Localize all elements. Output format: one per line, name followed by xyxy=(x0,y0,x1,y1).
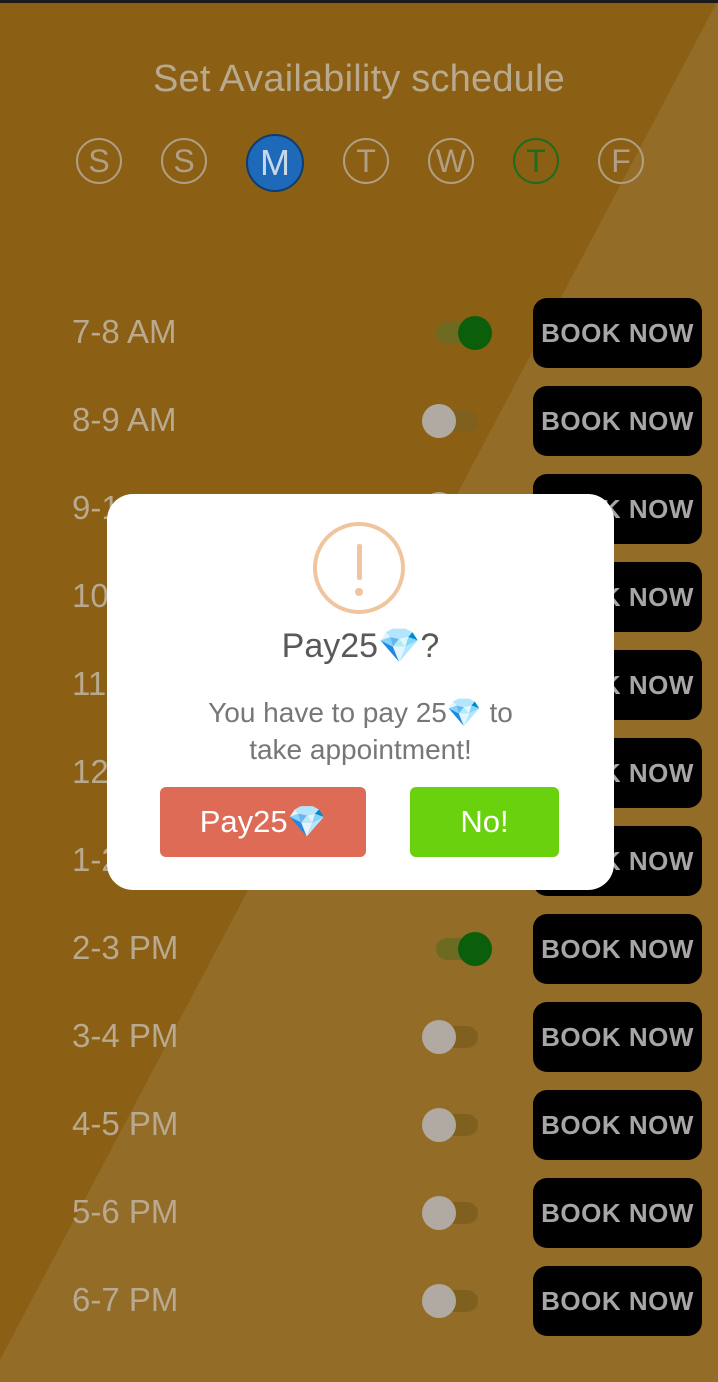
dialog-message-line2: take appointment! xyxy=(249,734,472,765)
payment-dialog: Pay25💎? You have to pay 25💎 to take appo… xyxy=(107,494,614,890)
warning-icon xyxy=(313,522,405,614)
dialog-message-line1: You have to pay 25💎 to xyxy=(208,697,513,728)
day-saturday[interactable]: S xyxy=(161,138,207,184)
toggle-knob xyxy=(458,316,492,350)
day-friday[interactable]: F xyxy=(598,138,644,184)
book-now-button[interactable]: BOOK NOW xyxy=(533,914,702,984)
warning-icon-dot xyxy=(355,588,363,596)
toggle-knob xyxy=(422,1196,456,1230)
day-thursday[interactable]: T xyxy=(513,138,559,184)
book-now-button[interactable]: BOOK NOW xyxy=(533,1266,702,1336)
book-now-button[interactable]: BOOK NOW xyxy=(533,386,702,456)
page-title: Set Availability schedule xyxy=(153,58,565,100)
toggle-knob xyxy=(422,1020,456,1054)
cancel-button[interactable]: No! xyxy=(410,787,559,857)
dialog-title: Pay25💎? xyxy=(281,627,440,665)
day-tuesday[interactable]: T xyxy=(343,138,389,184)
book-now-button[interactable]: BOOK NOW xyxy=(533,1090,702,1160)
day-monday[interactable]: M xyxy=(246,134,304,192)
status-bar-edge xyxy=(0,0,718,3)
dialog-message: You have to pay 25💎 to take appointment! xyxy=(167,694,554,768)
slot-label: 3-4 PM xyxy=(72,1017,179,1054)
toggle-knob xyxy=(422,1284,456,1318)
schedule-screen: Set Availability schedule S S M T W T F … xyxy=(0,0,718,1382)
warning-icon-bar xyxy=(357,544,362,580)
slot-label: 4-5 PM xyxy=(72,1105,179,1142)
slot-label: 2-3 PM xyxy=(72,929,179,966)
book-now-button[interactable]: BOOK NOW xyxy=(533,298,702,368)
toggle-knob xyxy=(422,1108,456,1142)
day-sunday[interactable]: S xyxy=(76,138,122,184)
slot-label: 7-8 AM xyxy=(72,313,177,350)
confirm-pay-button[interactable]: Pay25💎 xyxy=(160,787,366,857)
day-wednesday[interactable]: W xyxy=(428,138,474,184)
toggle-knob xyxy=(422,404,456,438)
slot-label: 8-9 AM xyxy=(72,401,177,438)
slot-label: 5-6 PM xyxy=(72,1193,179,1230)
book-now-button[interactable]: BOOK NOW xyxy=(533,1178,702,1248)
book-now-button[interactable]: BOOK NOW xyxy=(533,1002,702,1072)
slot-label: 6-7 PM xyxy=(72,1281,179,1318)
toggle-knob xyxy=(458,932,492,966)
